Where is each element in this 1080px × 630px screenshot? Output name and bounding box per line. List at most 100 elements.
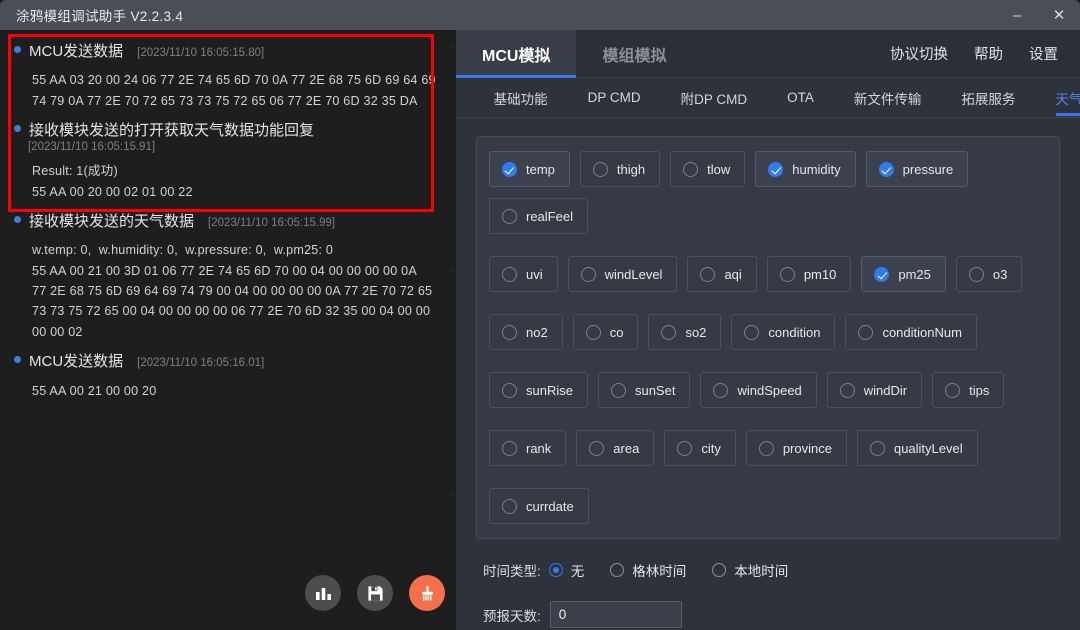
sub-tab-附DP CMD[interactable]: 附DP CMD [661, 78, 768, 118]
broom-clear-icon[interactable] [409, 575, 445, 611]
weather-checkbox-windLevel[interactable]: windLevel [567, 256, 678, 292]
weather-checkbox-pm25[interactable]: pm25 [861, 256, 946, 292]
weather-checkbox-label: conditionNum [882, 324, 962, 340]
weather-checkbox-label: windLevel [604, 266, 663, 282]
weather-checkbox-label: province [782, 440, 832, 456]
weather-checkbox-tips[interactable]: tips [932, 372, 1005, 408]
checkbox-icon [502, 440, 517, 456]
bullet-icon [14, 356, 21, 364]
log-entry: 接收模块发送的打开获取天气数据功能回复 [2023/11/10 16:05:15.… [14, 117, 436, 204]
weather-checkbox-rank[interactable]: rank [489, 430, 567, 466]
log-entry-body: w.temp: 0, w.humidity: 0, w.pressure: 0,… [32, 243, 433, 339]
bar-chart-icon[interactable] [305, 575, 341, 611]
log-action-buttons [305, 575, 445, 611]
log-entry-title: 接收模块发送的天气数据 [29, 213, 195, 231]
weather-checkbox-label: tips [969, 382, 990, 398]
checkbox-icon [858, 324, 874, 340]
log-entry-header: MCU发送数据 [2023/11/10 16:05:16.01] [14, 348, 436, 374]
tab-mcu-simulation[interactable]: MCU模拟 [456, 30, 577, 78]
checkbox-icon [869, 440, 885, 456]
weather-checkbox-label: o3 [992, 266, 1008, 282]
checkbox-icon [758, 440, 774, 456]
weather-checkbox-city[interactable]: city [664, 430, 736, 466]
log-panel[interactable]: MCU发送数据 [2023/11/10 16:05:15.80] 55 AA 03 … [0, 30, 450, 630]
radio-icon [610, 563, 625, 577]
checkbox-icon [502, 498, 517, 514]
link-help[interactable]: 帮助 [974, 43, 1003, 64]
log-entry-timestamp: [2023/11/10 16:05:15.99] [208, 217, 336, 230]
weather-checkbox-area[interactable]: area [576, 430, 655, 466]
checkbox-icon [874, 266, 890, 282]
log-entry-header: 接收模块发送的天气数据 [2023/11/10 16:05:15.99] [14, 208, 436, 234]
time-type-radio-1[interactable]: 格林时间 [610, 560, 686, 580]
weather-checkbox-realFeel[interactable]: realFeel [489, 198, 588, 234]
minimize-icon[interactable]: – [996, 0, 1038, 30]
weather-checkbox-o3[interactable]: o3 [955, 256, 1023, 292]
weather-checkbox-conditionNum[interactable]: conditionNum [845, 314, 977, 350]
log-entry: MCU发送数据 [2023/11/10 16:05:16.01] 55 AA 00 … [14, 348, 436, 403]
weather-checkbox-co[interactable]: co [572, 314, 639, 350]
weather-checkbox-humidity[interactable]: humidity [755, 151, 856, 187]
weather-checkbox-label: thigh [616, 161, 646, 177]
save-icon[interactable] [357, 575, 393, 611]
weather-checkbox-label: no2 [526, 324, 548, 340]
checkbox-icon [700, 266, 716, 282]
tab-module-simulation[interactable]: 模组模拟 [576, 30, 692, 77]
close-icon[interactable]: ✕ [1038, 0, 1080, 30]
weather-checkbox-tlow[interactable]: tlow [670, 151, 746, 187]
time-type-radio-2[interactable]: 本地时间 [712, 560, 788, 580]
checkbox-icon [502, 382, 517, 398]
bullet-icon [14, 125, 21, 133]
weather-checkbox-label: tlow [707, 161, 731, 177]
log-entry-header: MCU发送数据 [2023/11/10 16:05:15.80] [14, 38, 436, 64]
weather-checkbox-label: temp [526, 161, 555, 177]
sub-tab-天气[interactable]: 天气 [1035, 78, 1080, 118]
log-entry-timestamp: [2023/11/10 16:05:16.01] [137, 357, 265, 370]
time-type-radio-group: 无 格林时间 本地时间 [548, 560, 788, 580]
checkbox-icon [878, 161, 894, 177]
weather-checkbox-uvi[interactable]: uvi [489, 256, 558, 292]
weather-checkbox-label: pm10 [803, 266, 837, 282]
checkbox-icon [580, 266, 596, 282]
weather-checkbox-label: rank [526, 440, 552, 456]
log-entry-body: 55 AA 00 21 00 00 20 [32, 383, 157, 398]
link-settings[interactable]: 设置 [1029, 43, 1058, 64]
weather-checkbox-sunSet[interactable]: sunSet [597, 372, 691, 408]
log-entry-body: Result: 1(成功) 55 AA 00 20 00 02 01 00 22 [32, 164, 193, 199]
weather-checkbox-qualityLevel[interactable]: qualityLevel [856, 430, 978, 466]
checkbox-icon [610, 382, 626, 398]
sub-tab-OTA[interactable]: OTA [767, 78, 834, 118]
sub-tab-label: 基础功能 [493, 91, 548, 107]
weather-checkbox-thigh[interactable]: thigh [579, 151, 661, 187]
sub-tab-拓展服务[interactable]: 拓展服务 [941, 78, 1035, 118]
checkbox-icon [768, 161, 784, 177]
weather-checkbox-windDir[interactable]: windDir [826, 372, 923, 408]
sub-tab-基础功能[interactable]: 基础功能 [474, 78, 568, 118]
weather-checkbox-windSpeed[interactable]: windSpeed [700, 372, 817, 408]
checkbox-icon [585, 324, 601, 340]
checkbox-icon [589, 440, 605, 456]
sub-tab-新文件传输[interactable]: 新文件传输 [834, 78, 942, 118]
weather-checkbox-temp[interactable]: temp [489, 151, 570, 187]
forecast-days-input[interactable] [549, 601, 682, 628]
log-list: MCU发送数据 [2023/11/10 16:05:15.80] 55 AA 03 … [0, 30, 450, 630]
weather-checkbox-currdate[interactable]: currdate [489, 488, 589, 524]
weather-checkbox-pressure[interactable]: pressure [865, 151, 969, 187]
sub-tab-bar: 基础功能 DP CMD 附DP CMD OTA 新文件传输 拓展服务 天气 [456, 78, 1080, 118]
forecast-days-label: 预报天数: [483, 608, 541, 624]
weather-checkbox-label: uvi [526, 266, 543, 282]
weather-checkbox-so2[interactable]: so2 [648, 314, 722, 350]
time-type-radio-0[interactable]: 无 [548, 560, 584, 580]
link-protocol-switch[interactable]: 协议切换 [890, 43, 948, 64]
weather-checkbox-no2[interactable]: no2 [489, 314, 563, 350]
weather-checkbox-label: aqi [724, 266, 742, 282]
weather-checkbox-sunRise[interactable]: sunRise [489, 372, 588, 408]
checkbox-icon [968, 266, 984, 282]
checkbox-icon [744, 324, 760, 340]
weather-checkbox-pm10[interactable]: pm10 [766, 256, 852, 292]
weather-checkbox-aqi[interactable]: aqi [687, 256, 757, 292]
weather-checkbox-condition[interactable]: condition [731, 314, 836, 350]
weather-checkbox-province[interactable]: province [745, 430, 847, 466]
tab-module-simulation-label: 模组模拟 [602, 47, 667, 65]
sub-tab-DP CMD[interactable]: DP CMD [568, 78, 661, 118]
